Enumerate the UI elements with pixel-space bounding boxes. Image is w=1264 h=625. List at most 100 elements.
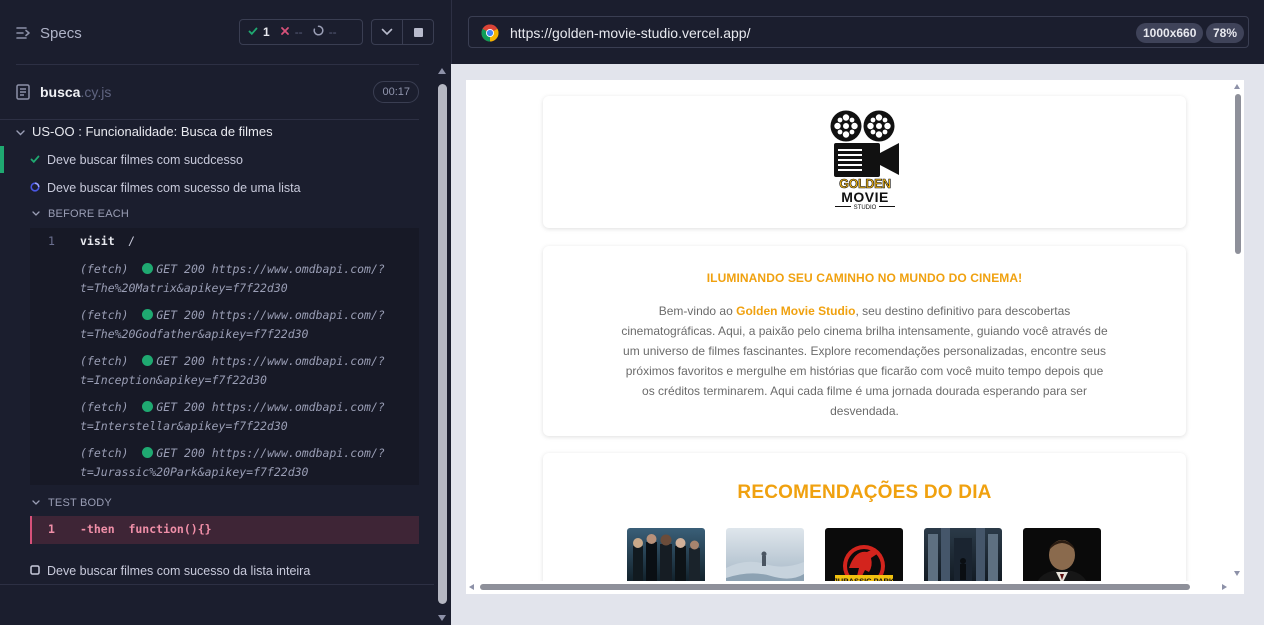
command-name: (fetch): [80, 308, 129, 322]
status-dot-icon: [142, 401, 154, 412]
command-visit[interactable]: 1 visit /: [30, 234, 419, 252]
command-name: (fetch): [80, 400, 129, 414]
brand-name: Golden Movie Studio: [736, 304, 856, 318]
command-text: -then function(){}: [80, 522, 212, 536]
passed-stat: 1: [248, 25, 270, 39]
scroll-up-icon[interactable]: [1234, 84, 1240, 89]
failed-count: --: [294, 25, 303, 39]
running-icon: [30, 181, 40, 195]
test-item-passed[interactable]: Deve buscar filmes com sucdcesso: [30, 150, 243, 170]
poster-the-matrix[interactable]: [627, 528, 705, 588]
pending-square-icon: [30, 564, 40, 578]
intro-card: ILUMINANDO SEU CAMINHO NO MUNDO DO CINEM…: [543, 246, 1186, 436]
zoom-badge[interactable]: 78%: [1206, 23, 1245, 43]
request-status: GET 200: [156, 446, 205, 460]
recommendations-title: RECOMENDAÇÕES DO DIA: [737, 482, 992, 503]
dropdown-button[interactable]: [372, 20, 402, 44]
specs-toggle-button[interactable]: Specs: [16, 22, 82, 44]
pending-count: --: [328, 25, 337, 39]
poster-inception[interactable]: [924, 528, 1002, 588]
reporter-scrollbar[interactable]: [434, 64, 451, 625]
viewport-size-badge[interactable]: 1000x660: [1136, 23, 1204, 43]
test-body-hook[interactable]: TEST BODY: [32, 495, 112, 511]
request-url: https://www.omdbapi.com/?: [211, 354, 385, 368]
viewport-horizontal-scrollbar[interactable]: [466, 581, 1231, 594]
command-fetch[interactable]: (fetch) GET 200 https://www.omdbapi.com/…: [30, 308, 419, 348]
hook-label: TEST BODY: [48, 497, 112, 509]
test-title: Deve buscar filmes com sucesso de uma li…: [47, 181, 301, 195]
before-each-hook[interactable]: BEFORE EACH: [32, 206, 129, 222]
command-number: 1: [48, 234, 55, 248]
suite-title: US-OO : Funcionalidade: Busca de filmes: [32, 123, 273, 139]
request-url: https://www.omdbapi.com/?: [211, 262, 385, 276]
x-icon: [280, 25, 290, 39]
test-stats: 1 -- --: [239, 19, 363, 45]
scroll-left-icon[interactable]: [469, 584, 474, 590]
scrollbar-thumb[interactable]: [1235, 94, 1241, 254]
viewport-vertical-scrollbar[interactable]: [1231, 80, 1244, 580]
chevron-down-icon: [32, 497, 40, 509]
chevron-down-icon: [32, 208, 40, 220]
aut-header: https://golden-movie-studio.vercel.app/ …: [451, 0, 1264, 64]
failed-stat: --: [280, 25, 303, 39]
intro-paragraph: Bem-vindo ao Golden Movie Studio, seu de…: [619, 301, 1110, 421]
request-status: GET 200: [156, 308, 205, 322]
suite-title-row[interactable]: US-OO : Funcionalidade: Busca de filmes: [16, 121, 273, 141]
hook-label: BEFORE EACH: [48, 208, 130, 220]
document-icon: [16, 84, 31, 100]
test-title: Deve buscar filmes com sucdcesso: [47, 153, 243, 167]
intro-body: , seu destino definitivo para descoberta…: [621, 304, 1108, 418]
spec-file-name: busca: [40, 84, 81, 100]
command-name: (fetch): [80, 354, 129, 368]
request-url-cont: t=Interstellar&apikey=f7f22d30: [80, 419, 288, 433]
intro-prefix: Bem-vindo ao: [658, 304, 737, 318]
command-name: (fetch): [80, 446, 129, 460]
request-url-cont: t=The%20Godfather&apikey=f7f22d30: [80, 327, 309, 341]
request-status: GET 200: [156, 354, 205, 368]
app-under-test-panel: https://golden-movie-studio.vercel.app/ …: [451, 0, 1264, 625]
scroll-up-icon[interactable]: [438, 68, 446, 74]
stop-button[interactable]: [402, 20, 433, 44]
chrome-icon: [481, 24, 499, 42]
golden-movie-studio-logo[interactable]: GOLDEN MOVIE STUDIO: [829, 109, 901, 213]
test-item-pending[interactable]: Deve buscar filmes com sucesso da lista …: [30, 561, 310, 581]
url-bar[interactable]: https://golden-movie-studio.vercel.app/ …: [468, 16, 1249, 48]
poster-interstellar[interactable]: [726, 528, 804, 588]
check-icon: [30, 153, 40, 167]
command-then-failed[interactable]: 1 -then function(){}: [30, 516, 419, 544]
aut-viewport: GOLDEN MOVIE STUDIO ILUMINANDO SEU CAMIN…: [466, 80, 1244, 594]
logo-text-studio: STUDIO: [829, 205, 901, 212]
poster-jurassic-park[interactable]: JURASSIC PARK: [825, 528, 903, 588]
scrollbar-thumb[interactable]: [480, 584, 1190, 590]
check-icon: [248, 25, 258, 39]
scroll-down-icon[interactable]: [438, 615, 446, 621]
run-controls: [371, 19, 434, 45]
test-title: Deve buscar filmes com sucesso da lista …: [47, 564, 311, 578]
chevron-down-icon: [381, 23, 393, 41]
logo-card: GOLDEN MOVIE STUDIO: [543, 96, 1186, 228]
passed-indicator-bar: [0, 146, 4, 173]
command-fetch[interactable]: (fetch) GET 200 https://www.omdbapi.com/…: [30, 354, 419, 394]
command-fetch[interactable]: (fetch) GET 200 https://www.omdbapi.com/…: [30, 400, 419, 440]
divider: [16, 64, 419, 65]
scroll-right-icon[interactable]: [1222, 584, 1227, 590]
scroll-down-icon[interactable]: [1234, 571, 1240, 576]
request-url-cont: t=The%20Matrix&apikey=f7f22d30: [80, 281, 288, 295]
request-url: https://www.omdbapi.com/?: [211, 400, 385, 414]
spec-file-ext: .cy.js: [80, 84, 112, 100]
specs-list-icon: [16, 26, 32, 40]
status-dot-icon: [142, 309, 154, 320]
url-text[interactable]: https://golden-movie-studio.vercel.app/: [510, 25, 750, 41]
reporter-panel: Specs 1 -- -- busca .cy.js 00:17 US-OO:…: [0, 0, 451, 625]
poster-the-godfather[interactable]: [1023, 528, 1101, 588]
status-dot-icon: [142, 355, 154, 366]
passed-count: 1: [263, 25, 270, 39]
scrollbar-thumb[interactable]: [438, 84, 447, 604]
test-item-running[interactable]: Deve buscar filmes com sucesso de uma li…: [30, 178, 301, 198]
command-fetch[interactable]: (fetch) GET 200 https://www.omdbapi.com/…: [30, 262, 419, 302]
request-url-cont: t=Jurassic%20Park&apikey=f7f22d30: [80, 465, 309, 479]
command-fetch[interactable]: (fetch) GET 200 https://www.omdbapi.com/…: [30, 446, 419, 486]
spec-file-header[interactable]: busca .cy.js 00:17: [16, 80, 419, 104]
request-status: GET 200: [156, 400, 205, 414]
chevron-down-icon: [16, 124, 25, 139]
